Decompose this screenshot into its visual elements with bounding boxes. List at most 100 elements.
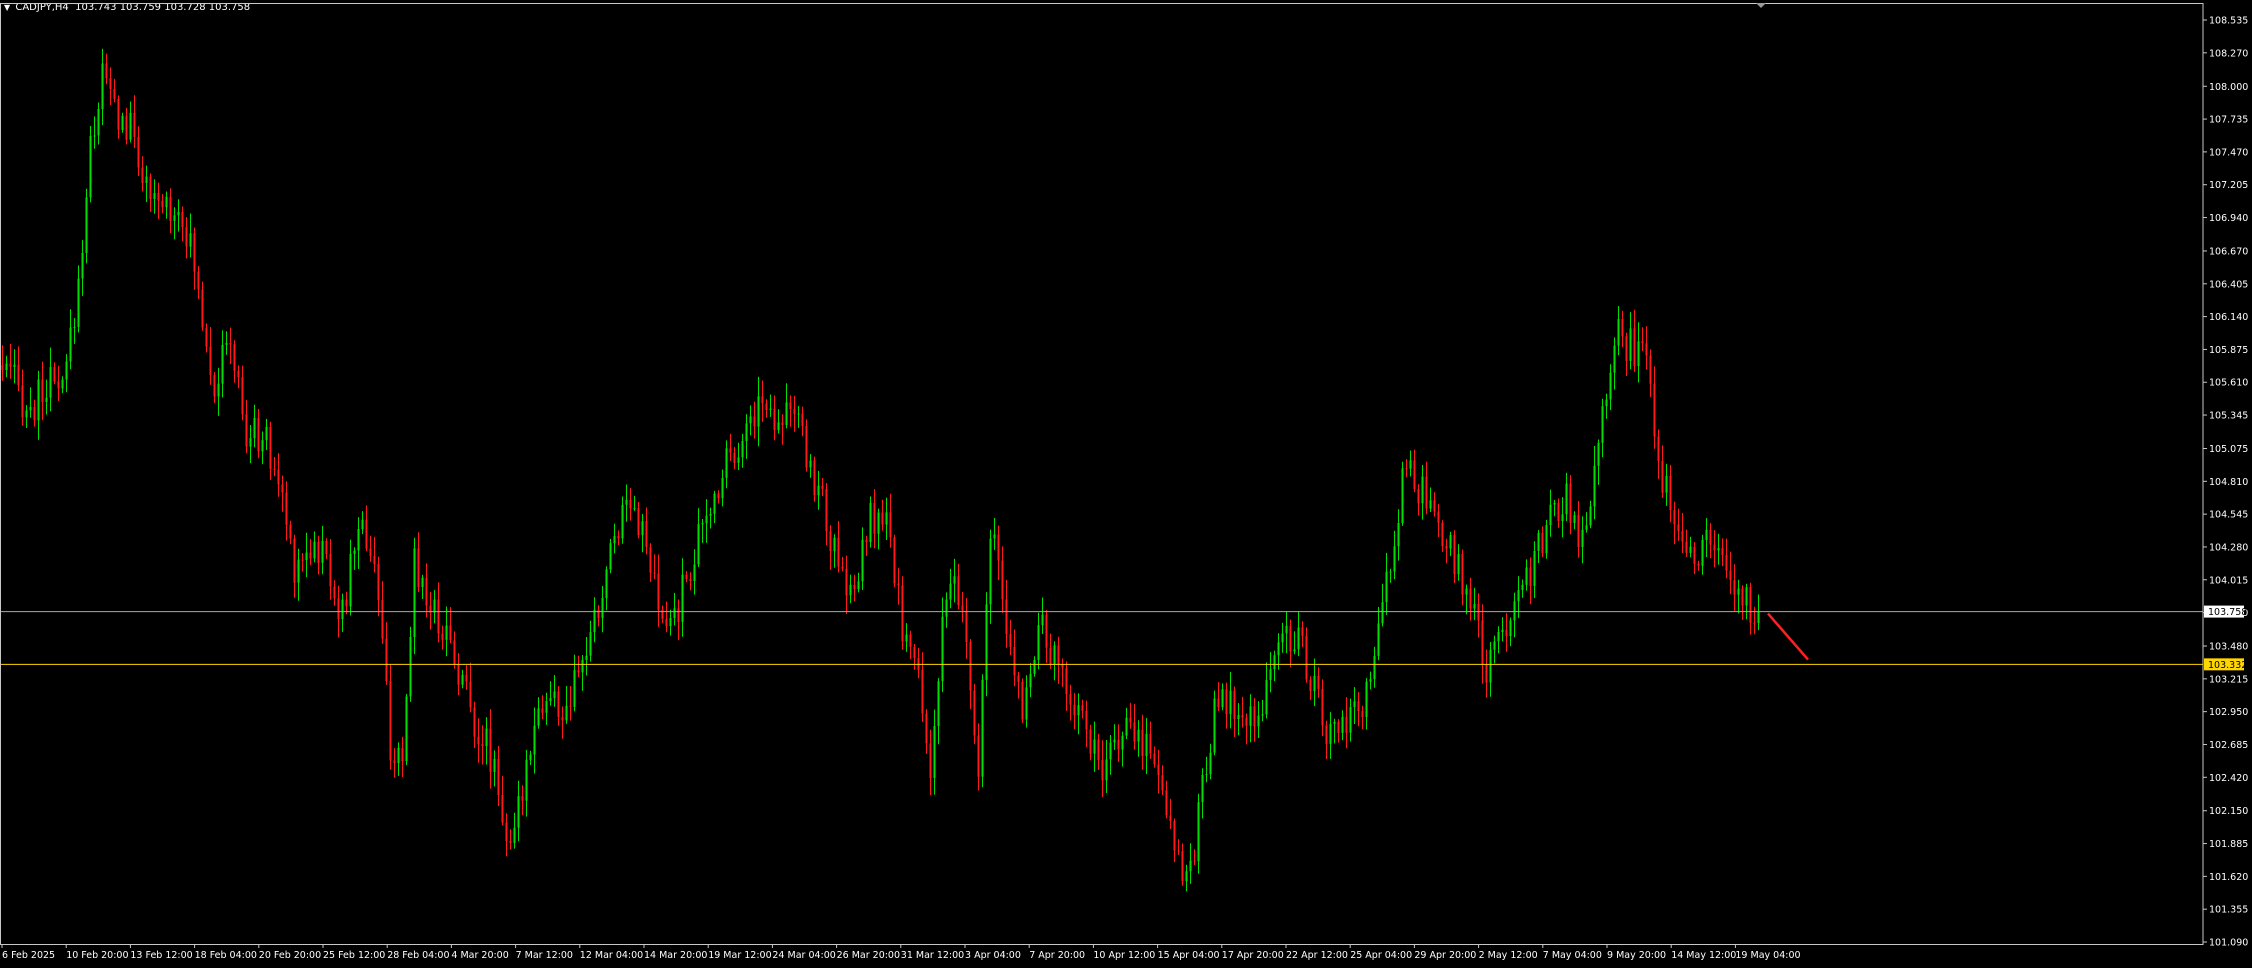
candle (1557, 498, 1560, 528)
candle-body (769, 408, 772, 410)
candle-body (381, 600, 384, 639)
candle-body (853, 584, 856, 590)
candle (1609, 364, 1612, 411)
candle-body (1357, 701, 1360, 712)
candle-body (901, 585, 904, 642)
candle (241, 365, 244, 421)
candle (1017, 672, 1020, 699)
candle (1545, 520, 1548, 559)
candle (721, 469, 724, 507)
candle-body (985, 604, 988, 680)
x-tick-label: 20 Feb 20:00 (259, 950, 321, 961)
down-arrow-annotation[interactable] (1767, 612, 1809, 661)
candle-body (549, 698, 552, 702)
candle (753, 401, 756, 439)
candle (217, 367, 220, 416)
candle (617, 530, 620, 546)
candle (929, 729, 932, 796)
y-tick-label: 102.950 (2209, 707, 2248, 718)
candle (425, 563, 428, 618)
candle (129, 101, 132, 143)
candle (137, 126, 140, 176)
candle-body (501, 795, 504, 823)
y-tick-label: 108.535 (2209, 16, 2248, 27)
candle (225, 331, 228, 355)
candle (429, 591, 432, 630)
candle (573, 654, 576, 712)
candle (369, 535, 372, 562)
candle-body (261, 440, 264, 452)
candle-body (993, 534, 996, 539)
candle-body (689, 579, 692, 581)
candle-body (1493, 641, 1496, 650)
candle (1469, 577, 1472, 621)
candle-body (1605, 399, 1608, 407)
candle-body (1713, 544, 1716, 551)
candle-body (1409, 460, 1412, 469)
time-axis: 6 Feb 2025 10 Feb 20:00 13 Feb 12:00 18 Feb… (1, 944, 1801, 961)
candle-body (1057, 645, 1060, 665)
candle-body (1537, 533, 1540, 551)
candle-body (249, 438, 252, 447)
candle-body (133, 112, 136, 137)
candle (657, 554, 660, 627)
candle-body (77, 278, 80, 327)
candle (937, 678, 940, 745)
shift-marker-icon[interactable] (1756, 3, 1766, 8)
candle-body (757, 396, 760, 427)
candle (233, 340, 236, 383)
candle-body (861, 539, 864, 582)
candle-body (1349, 707, 1352, 733)
candle (1705, 518, 1708, 557)
candle (1285, 611, 1288, 654)
candle-body (449, 625, 452, 641)
candle-body (9, 363, 12, 367)
candle-body (813, 460, 816, 496)
candle-body (741, 441, 744, 458)
candle-body (1757, 611, 1760, 624)
candle (237, 365, 240, 389)
candle-body (673, 608, 676, 618)
candle-body (1485, 664, 1488, 683)
candle (313, 531, 316, 563)
candle (433, 590, 436, 624)
candle (277, 453, 280, 497)
candle-body (405, 696, 408, 762)
candle (1461, 549, 1464, 606)
candle (541, 695, 544, 720)
candle (1637, 322, 1640, 383)
candle (1489, 642, 1492, 697)
candle-body (885, 512, 888, 525)
candle-body (437, 599, 440, 634)
candle (317, 535, 320, 575)
candle-body (305, 552, 308, 560)
candle-body (1693, 546, 1696, 564)
candle-body (1369, 679, 1372, 682)
candle (1117, 724, 1120, 762)
candle-body (1741, 588, 1744, 606)
candle (693, 549, 696, 595)
candle-body (817, 485, 820, 496)
candle (1677, 508, 1680, 541)
x-tick-label: 14 Mar 20:00 (644, 950, 707, 961)
candle-body (825, 488, 828, 532)
candle-body (1721, 548, 1724, 556)
candle-body (1733, 580, 1736, 595)
candle-body (1705, 529, 1708, 540)
candle-body (1153, 753, 1156, 765)
candle (945, 592, 948, 628)
candle (1645, 326, 1648, 370)
price-chart[interactable]: 108.535 108.270 108.000 107.735 107.470 107.2… (0, 0, 2252, 968)
candle (777, 409, 780, 434)
candle-body (581, 659, 584, 673)
candle-body (1169, 815, 1172, 822)
candle-body (1093, 739, 1096, 754)
candle (1673, 501, 1676, 545)
candle-body (477, 736, 480, 745)
candle-body (1329, 723, 1332, 744)
candle (381, 581, 384, 644)
candle-body (97, 109, 100, 136)
candle (1449, 531, 1452, 557)
candle-body (325, 541, 328, 554)
candle (1393, 530, 1396, 580)
